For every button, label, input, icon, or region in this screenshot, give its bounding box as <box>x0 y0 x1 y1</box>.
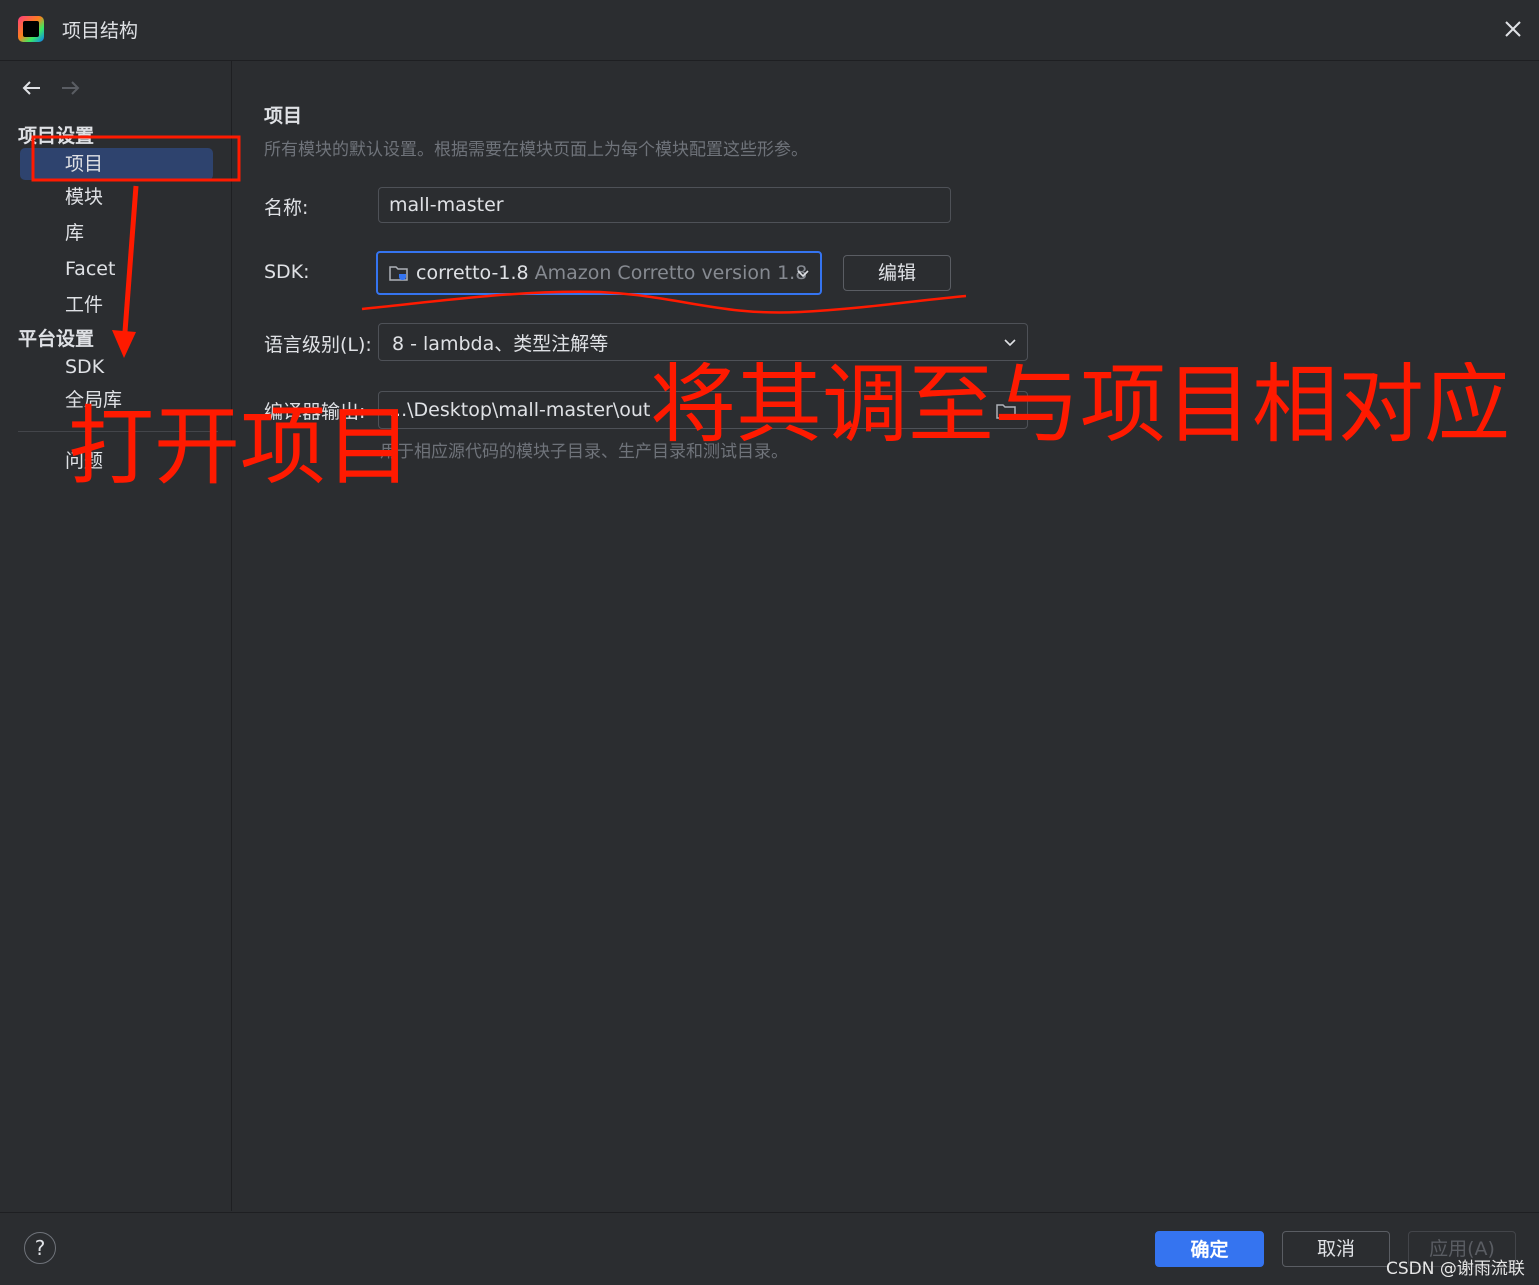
sdk-folder-icon <box>389 266 408 281</box>
csdn-watermark: CSDN @谢雨流联 <box>1386 1259 1525 1279</box>
sidebar-item-artifacts[interactable]: 工件 <box>65 289 103 321</box>
close-icon[interactable] <box>1496 12 1530 46</box>
sidebar: 项目设置 项目 模块 库 Facet 工件 平台设置 SDK 全局库 问题 <box>0 61 232 1211</box>
project-name-value: mall-master <box>389 194 504 216</box>
language-level-value: 8 - lambda、类型注解等 <box>392 332 609 355</box>
name-label: 名称: <box>264 197 309 219</box>
window-title: 项目结构 <box>62 20 139 42</box>
chevron-down-icon <box>797 270 809 278</box>
sidebar-item-label: 项目 <box>65 153 104 175</box>
sdk-dropdown[interactable]: corretto-1.8 Amazon Corretto version 1.8 <box>376 251 822 295</box>
title-bar: 项目结构 <box>0 0 1539 61</box>
annotation-open-project: 打开项目 <box>68 397 412 497</box>
compiler-output-value: ...\Desktop\mall-master\out <box>389 399 651 421</box>
language-level-label: 语言级别(L): <box>264 334 372 356</box>
project-name-input[interactable]: mall-master <box>378 187 951 223</box>
sdk-label: SDK: <box>264 261 310 283</box>
sdk-edit-button[interactable]: 编辑 <box>843 255 951 291</box>
ok-button[interactable]: 确定 <box>1155 1231 1264 1267</box>
annotation-adjust-to-project: 将其调至与项目相对应 <box>650 362 1510 448</box>
sidebar-item-libraries[interactable]: 库 <box>65 217 84 249</box>
forward-arrow-icon[interactable] <box>58 76 82 100</box>
chevron-down-icon <box>1004 339 1016 347</box>
sidebar-item-facet[interactable]: Facet <box>65 253 115 285</box>
dialog-footer: ? 确定 取消 应用(A) <box>0 1212 1539 1285</box>
sidebar-item-modules[interactable]: 模块 <box>65 181 103 213</box>
sdk-detail: Amazon Corretto version 1.8 <box>534 262 808 284</box>
back-arrow-icon[interactable] <box>20 76 44 100</box>
page-title: 项目 <box>264 105 303 127</box>
project-settings-panel: 项目 所有模块的默认设置。根据需要在模块页面上为每个模块配置这些形参。 名称: … <box>232 61 1539 1211</box>
sdk-value: corretto-1.8 <box>416 262 529 284</box>
intellij-logo-icon <box>18 16 44 42</box>
sidebar-item-sdk[interactable]: SDK <box>65 351 104 383</box>
page-description: 所有模块的默认设置。根据需要在模块页面上为每个模块配置这些形参。 <box>264 140 808 160</box>
language-level-dropdown[interactable]: 8 - lambda、类型注解等 <box>378 323 1028 361</box>
cancel-button[interactable]: 取消 <box>1282 1231 1390 1267</box>
help-button[interactable]: ? <box>24 1232 56 1264</box>
sidebar-item-project[interactable]: 项目 <box>20 148 213 180</box>
section-platform-settings: 平台设置 <box>18 328 95 350</box>
section-project-settings: 项目设置 <box>18 125 95 147</box>
